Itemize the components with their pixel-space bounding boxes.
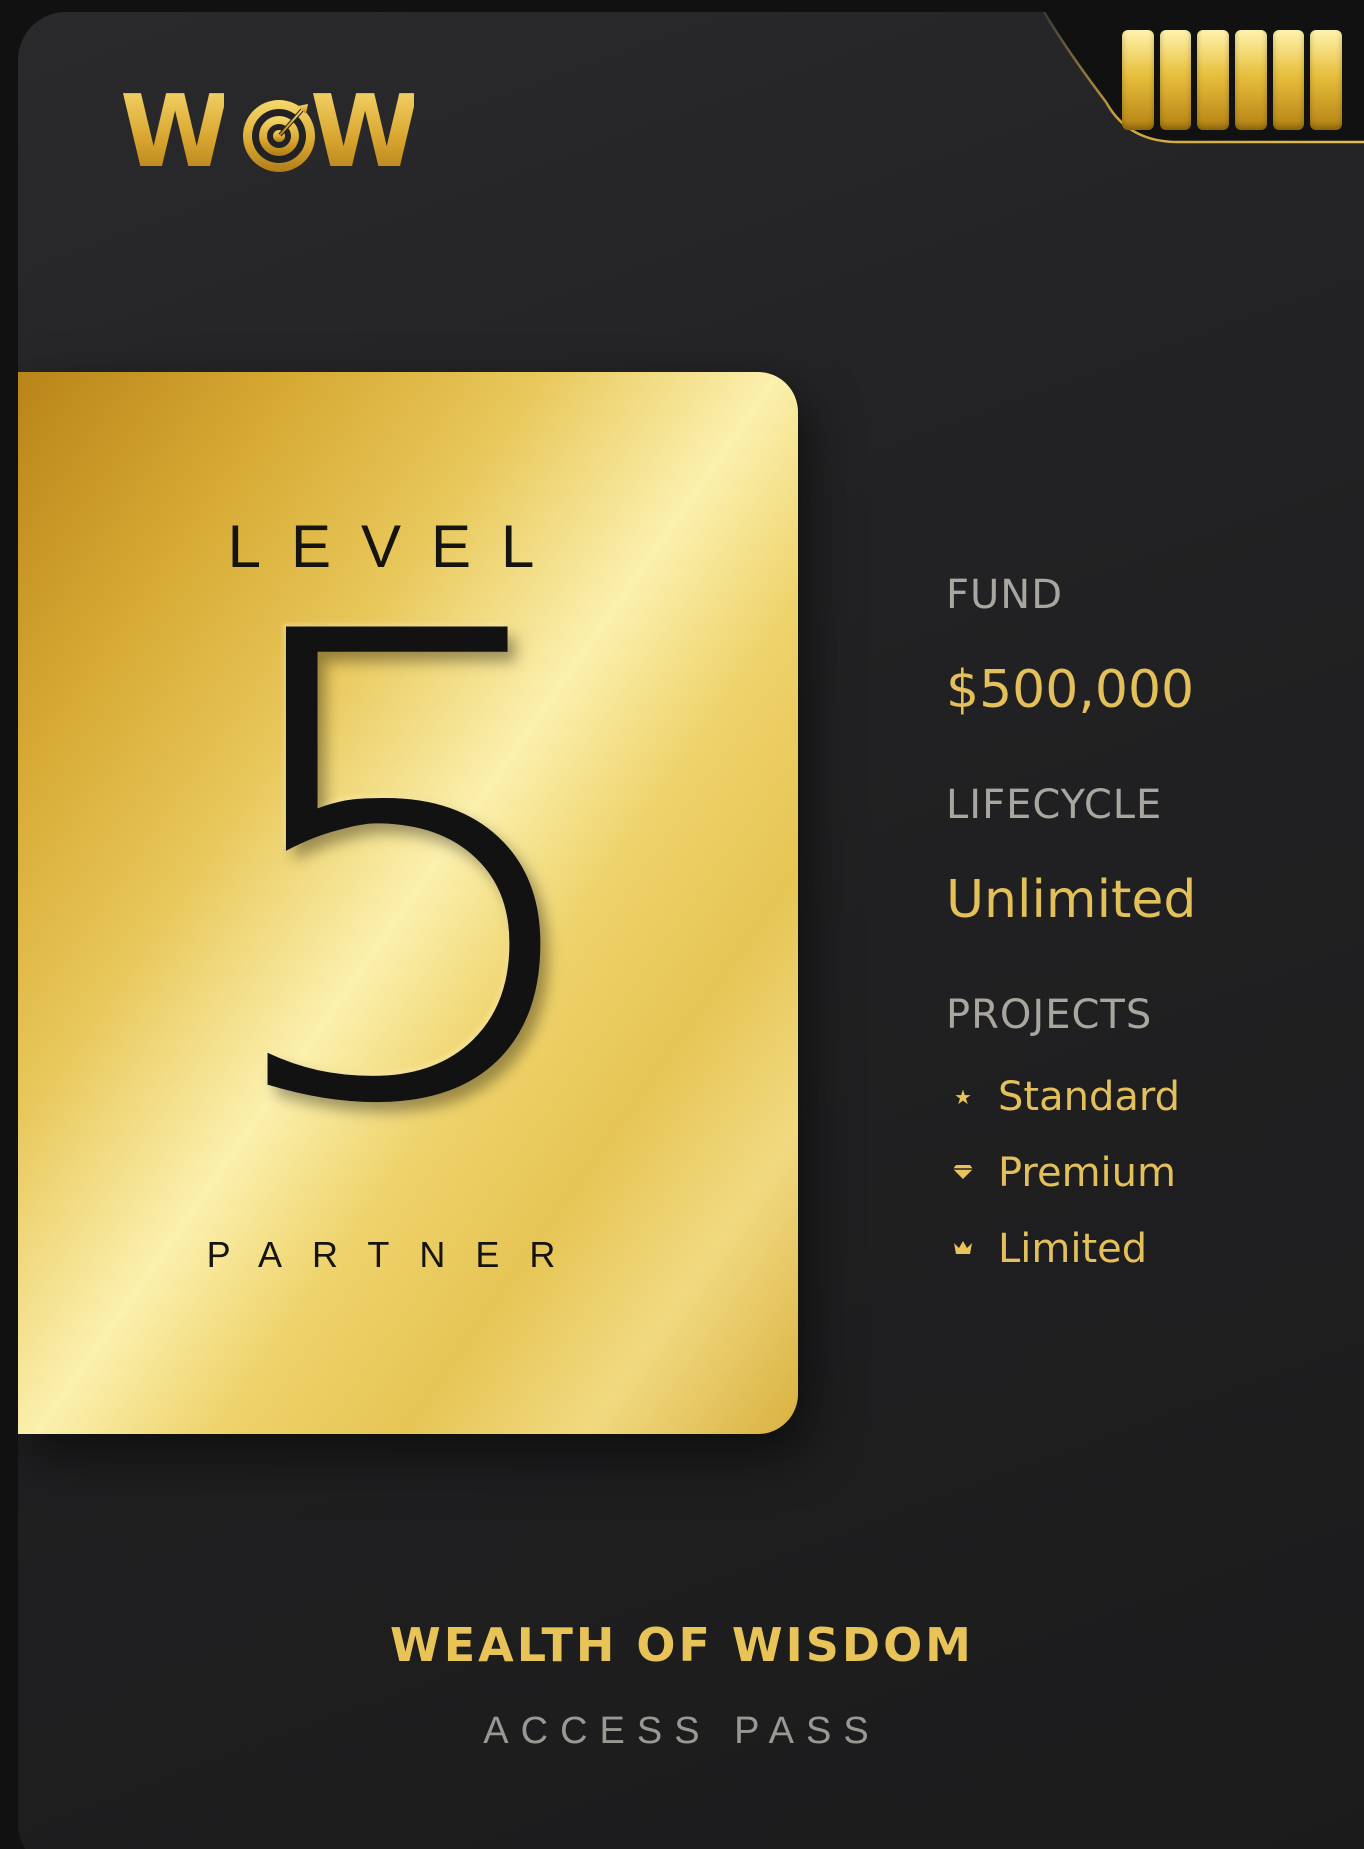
project-label: Standard: [998, 1074, 1180, 1120]
project-item-limited: Limited: [946, 1224, 1147, 1274]
level-badge: LEVEL 5 PARTNER: [18, 372, 798, 1434]
level-role: PARTNER: [206, 1234, 586, 1275]
footer-subtitle: ACCESS PASS: [483, 1710, 881, 1752]
battery-segment: [1272, 30, 1305, 130]
project-item-standard: ★ Standard: [946, 1072, 1180, 1122]
logo-letter-right: W: [310, 73, 420, 190]
battery-segment: [1122, 30, 1154, 130]
battery-segment: [1159, 30, 1192, 130]
project-item-premium: Premium: [946, 1148, 1176, 1198]
fund-value: $500,000: [946, 660, 1195, 720]
wow-logo: W W: [120, 82, 420, 182]
fund-label: FUND: [946, 572, 1064, 618]
access-pass-card: W W LEVEL 5 PARTNER FUND $500,000 LIFECY…: [18, 12, 1364, 1849]
logo-letter-left: W: [120, 73, 230, 190]
battery-segment: [1197, 30, 1230, 130]
battery-segment: [1235, 30, 1267, 130]
level-number: 5: [204, 499, 612, 1244]
lifecycle-value: Unlimited: [946, 870, 1197, 930]
star-icon: ★: [954, 1085, 972, 1109]
battery-segment: [1310, 30, 1343, 130]
project-label: Premium: [998, 1150, 1176, 1196]
footer-title: WEALTH OF WISDOM: [390, 1618, 974, 1672]
crown-icon: [946, 1237, 980, 1261]
project-label: Limited: [998, 1226, 1148, 1272]
projects-label: PROJECTS: [946, 992, 1153, 1038]
diamond-icon: [946, 1161, 980, 1185]
battery-icon: [1122, 30, 1343, 130]
lifecycle-label: LIFECYCLE: [946, 782, 1163, 828]
target-icon: [243, 100, 315, 172]
